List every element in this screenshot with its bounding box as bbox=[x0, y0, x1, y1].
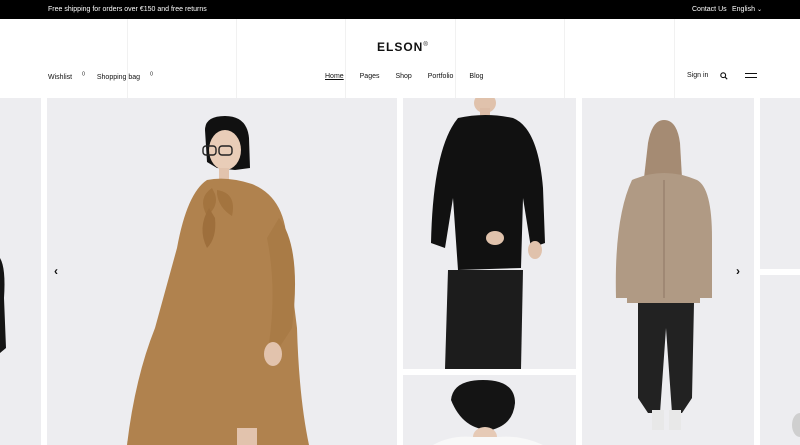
wishlist-count: 0 bbox=[82, 72, 85, 78]
product-tile-partial-right-top[interactable] bbox=[760, 98, 800, 269]
product-image bbox=[433, 380, 543, 445]
logo-mark: ® bbox=[423, 42, 429, 48]
product-tile-partial-right-bottom[interactable] bbox=[760, 275, 800, 445]
divider bbox=[564, 19, 565, 98]
site-header: ELSON® Wishlist 0 Shopping bag 0 Home Page… bbox=[0, 19, 800, 98]
product-tile-hooded-jacket[interactable]: › bbox=[582, 98, 754, 445]
product-tile-sweatshirt[interactable] bbox=[403, 98, 576, 369]
chevron-left-icon[interactable]: ‹ bbox=[54, 264, 58, 278]
nav-portfolio[interactable]: Portfolio bbox=[428, 73, 454, 80]
nav-home[interactable]: Home bbox=[325, 73, 344, 80]
divider bbox=[345, 19, 346, 98]
divider bbox=[236, 19, 237, 98]
logo-text: ELSON bbox=[377, 40, 424, 54]
bag-label: Shopping bag bbox=[96, 74, 141, 82]
chevron-right-icon[interactable]: › bbox=[736, 264, 740, 278]
product-image bbox=[127, 116, 309, 445]
wishlist-link[interactable]: Wishlist 0 bbox=[48, 72, 85, 82]
language-label: English bbox=[732, 6, 755, 13]
divider bbox=[455, 19, 456, 98]
nav-shop[interactable]: Shop bbox=[395, 73, 411, 80]
promo-text: Free shipping for orders over €150 and f… bbox=[48, 6, 207, 13]
signin-link[interactable]: Sign in bbox=[687, 72, 708, 79]
product-gallery: ‹ › bbox=[0, 98, 800, 445]
chevron-down-icon: ⌄ bbox=[756, 7, 762, 13]
divider bbox=[674, 19, 675, 98]
bag-count: 0 bbox=[150, 72, 153, 78]
product-image bbox=[431, 98, 545, 369]
product-image bbox=[615, 120, 712, 430]
account-links: Wishlist 0 Shopping bag 0 bbox=[48, 72, 163, 81]
product-tile-dress[interactable]: ‹ bbox=[47, 98, 397, 445]
contact-link[interactable]: Contact Us bbox=[692, 6, 727, 13]
search-icon[interactable] bbox=[720, 72, 728, 80]
product-tile-tshirt[interactable] bbox=[403, 375, 576, 445]
nav-blog[interactable]: Blog bbox=[469, 73, 483, 80]
main-nav: Home Pages Shop Portfolio Blog bbox=[325, 73, 497, 80]
divider bbox=[127, 19, 128, 98]
topbar: Free shipping for orders over €150 and f… bbox=[0, 0, 800, 19]
hamburger-icon[interactable] bbox=[745, 73, 757, 79]
shopping-bag-link[interactable]: Shopping bag 0 bbox=[96, 72, 153, 82]
language-selector[interactable]: English ⌄ bbox=[732, 6, 762, 13]
product-image bbox=[792, 413, 800, 437]
logo[interactable]: ELSON® bbox=[377, 40, 429, 54]
product-image bbox=[0, 258, 6, 353]
nav-pages[interactable]: Pages bbox=[360, 73, 380, 80]
product-tile-partial-left[interactable] bbox=[0, 98, 41, 445]
wishlist-label: Wishlist bbox=[48, 74, 73, 82]
